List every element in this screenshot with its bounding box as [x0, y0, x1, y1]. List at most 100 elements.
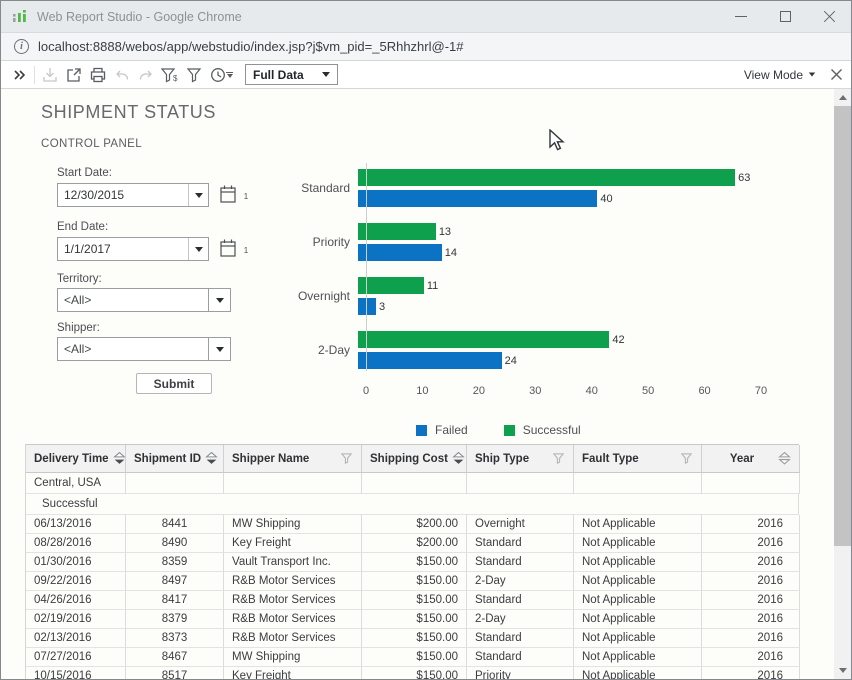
data-mode-dropdown[interactable]: Full Data: [245, 64, 338, 85]
shipment-table: Delivery Time Shipment IDShipper Name Ship…: [25, 444, 799, 679]
undo-button[interactable]: [110, 64, 134, 86]
download-button[interactable]: [38, 64, 62, 86]
territory-label: Territory:: [57, 273, 102, 285]
url-text[interactable]: localhost:8888/webos/app/webstudio/index…: [38, 39, 464, 54]
territory-select[interactable]: <All>: [57, 288, 231, 312]
bar-successful-overnight[interactable]: [358, 277, 424, 294]
table-row[interactable]: 09/22/20168497R&B Motor Services$150.002…: [26, 572, 799, 591]
redo-button[interactable]: [134, 64, 158, 86]
chart-plot-area: Standard6340Priority1314Overnight1132-Da…: [297, 169, 777, 369]
minimize-icon: [735, 16, 747, 17]
legend-item-failed[interactable]: Failed: [416, 423, 468, 437]
filter-icon[interactable]: [340, 452, 353, 465]
legend-item-successful[interactable]: Successful: [504, 423, 581, 437]
export-icon: [65, 66, 83, 84]
column-header-shipper-name[interactable]: Shipper Name: [224, 445, 362, 473]
site-info-icon[interactable]: i: [14, 39, 29, 54]
address-bar[interactable]: i localhost:8888/webos/app/webstudio/ind…: [1, 33, 851, 61]
shipper-dropdown-button[interactable]: [209, 337, 231, 361]
table-cell: Not Applicable: [574, 667, 702, 679]
minimize-button[interactable]: [719, 1, 763, 32]
column-header-delivery-time[interactable]: Delivery Time: [26, 445, 126, 473]
table-group-row: Central, USA: [26, 473, 799, 494]
bar-value-label: 14: [445, 247, 457, 259]
column-header-label: Year: [710, 453, 774, 465]
column-header-ship-type[interactable]: Ship Type: [467, 445, 574, 473]
end-date-input[interactable]: 1/1/2017: [57, 237, 209, 261]
bar-value-label: 11: [427, 280, 438, 292]
table-row[interactable]: 06/13/20168441MW Shipping$200.00Overnigh…: [26, 515, 799, 534]
submit-button[interactable]: Submit: [136, 373, 212, 394]
toolbar-options-icon: [226, 72, 233, 73]
table-cell: Not Applicable: [574, 629, 702, 648]
scroll-down-button[interactable]: [834, 662, 851, 679]
sort-icon[interactable]: [452, 452, 465, 465]
sort-icon[interactable]: [205, 452, 218, 465]
filter-button[interactable]: [182, 64, 206, 86]
table-row[interactable]: 04/26/20168417R&B Motor Services$150.00S…: [26, 591, 799, 610]
column-header-label: Delivery Time: [34, 453, 109, 465]
table-cell: Key Freight: [224, 534, 362, 553]
scrollbar-thumb[interactable]: [834, 106, 851, 546]
filter-icon[interactable]: [552, 452, 565, 465]
start-date-dropdown-button[interactable]: [188, 184, 208, 206]
table-row[interactable]: 01/30/20168359Vault Transport Inc.$150.0…: [26, 553, 799, 572]
table-cell: 2016: [702, 572, 800, 591]
table-cell: Vault Transport Inc.: [224, 553, 362, 572]
filter-currency-icon: $: [160, 66, 180, 84]
start-date-calendar-button[interactable]: 1: [219, 184, 237, 205]
filter-values-button[interactable]: $: [158, 64, 182, 86]
bar-failed-standard[interactable]: [358, 190, 597, 207]
bar-failed-2-day[interactable]: [358, 352, 502, 369]
scroll-up-button[interactable]: [834, 89, 851, 106]
sort-icon[interactable]: [113, 452, 126, 465]
table-row[interactable]: 02/19/20168379R&B Motor Services$150.002…: [26, 610, 799, 629]
column-header-fault-type[interactable]: Fault Type: [574, 445, 702, 473]
toolbar-options-button[interactable]: [226, 72, 233, 78]
vertical-scrollbar[interactable]: [834, 89, 851, 679]
window-title: Web Report Studio - Google Chrome: [37, 10, 719, 24]
export-button[interactable]: [62, 64, 86, 86]
bar-successful-priority[interactable]: [358, 223, 436, 240]
filter-icon[interactable]: [680, 452, 693, 465]
table-row[interactable]: 02/13/20168373R&B Motor Services$150.00S…: [26, 629, 799, 648]
expand-panel-button[interactable]: [7, 64, 31, 86]
table-row[interactable]: 10/15/20168517Key Freight$150.00Priority…: [26, 667, 799, 679]
bar-successful-2-day[interactable]: [358, 331, 609, 348]
dropdown-arrow-icon: [322, 72, 330, 77]
end-date-dropdown-button[interactable]: [188, 238, 208, 260]
table-row[interactable]: 07/27/20168467MW Shipping$150.00Standard…: [26, 648, 799, 667]
x-axis-tick-label: 60: [698, 385, 710, 397]
table-row[interactable]: 08/28/20168490Key Freight$200.00Standard…: [26, 534, 799, 553]
shipper-select[interactable]: <All>: [57, 337, 231, 361]
sort-icon[interactable]: [778, 452, 791, 465]
close-window-button[interactable]: [807, 1, 851, 32]
chart-bars: 1314: [358, 223, 777, 261]
end-date-calendar-button[interactable]: 1: [219, 238, 237, 259]
chart-bars: 113: [358, 277, 777, 315]
clock-icon: [209, 66, 227, 84]
chart-category-group: 2-Day4224: [297, 331, 777, 369]
chevron-down-icon: [227, 74, 233, 78]
maximize-button[interactable]: [763, 1, 807, 32]
bar-failed-priority[interactable]: [358, 244, 442, 261]
column-header-shipment-id[interactable]: Shipment ID: [126, 445, 224, 473]
table-cell: 8441: [126, 515, 224, 534]
column-header-year[interactable]: Year: [702, 445, 800, 473]
mouse-cursor: [549, 129, 571, 153]
bar-successful-standard[interactable]: [358, 169, 735, 186]
column-header-label: Shipping Cost: [370, 453, 448, 465]
territory-dropdown-button[interactable]: [209, 288, 231, 312]
toolbar-separator: [34, 66, 35, 84]
redo-icon: [137, 66, 155, 84]
close-report-button[interactable]: [830, 68, 843, 81]
table-cell: $150.00: [362, 572, 467, 591]
window-titlebar[interactable]: Web Report Studio - Google Chrome: [1, 1, 851, 33]
column-header-shipping-cost[interactable]: Shipping Cost: [362, 445, 467, 473]
start-date-input[interactable]: 12/30/2015: [57, 183, 209, 207]
start-date-label: Start Date:: [57, 167, 112, 179]
table-cell: 8379: [126, 610, 224, 629]
print-button[interactable]: [86, 64, 110, 86]
undo-icon: [113, 66, 131, 84]
view-mode-menu[interactable]: View Mode: [744, 68, 816, 82]
